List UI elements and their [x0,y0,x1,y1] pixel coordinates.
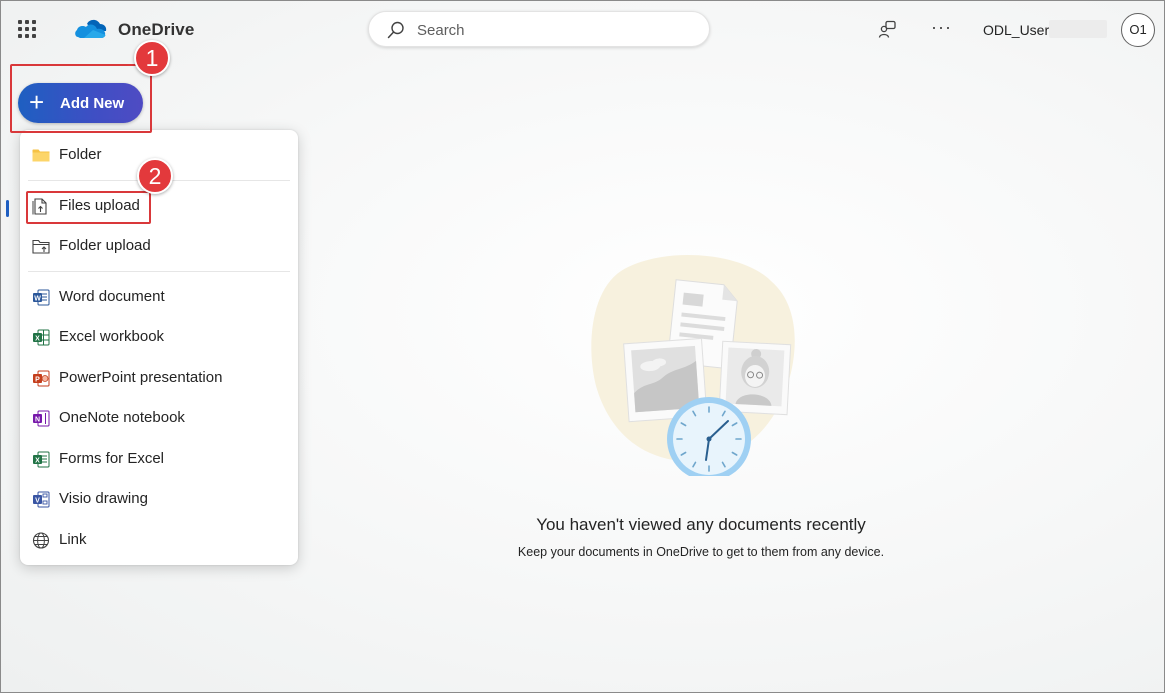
empty-state-title: You haven't viewed any documents recentl… [536,515,866,534]
menu-item-visio-drawing[interactable]: V Visio drawing [20,480,298,518]
search-input[interactable] [417,20,687,40]
menu-item-label: Visio drawing [59,490,148,507]
share-feedback-icon[interactable] [878,20,898,40]
svg-text:N: N [35,416,40,423]
menu-item-excel-workbook[interactable]: X Excel workbook [20,318,298,356]
file-upload-icon [32,198,47,215]
menu-item-label: Folder upload [59,237,151,254]
menu-item-label: Excel workbook [59,328,165,345]
folder-upload-icon [32,239,50,254]
app-title[interactable]: OneDrive [118,20,194,40]
visio-icon: V [33,491,50,508]
step-1-badge: 1 [134,40,170,76]
redacted-user-suffix [1049,20,1107,38]
search-icon [387,21,404,39]
menu-item-label: Folder [59,146,102,163]
nav-selection-indicator [6,200,9,217]
add-new-button[interactable]: + Add New [18,83,143,123]
svg-text:W: W [34,295,41,302]
svg-text:P: P [35,376,40,383]
menu-item-label: Forms for Excel [59,450,165,467]
step-2-badge: 2 [137,158,173,194]
onedrive-logo-icon[interactable] [75,16,107,42]
menu-item-label: Link [59,531,87,548]
app-launcher-icon[interactable] [18,20,38,40]
menu-item-label: Files upload [59,197,140,214]
menu-divider [28,271,290,272]
menu-item-folder-upload[interactable]: Folder upload [20,227,298,265]
svg-text:V: V [35,497,40,504]
powerpoint-icon: P [33,370,50,387]
svg-text:X: X [35,335,40,342]
menu-item-label: OneNote notebook [59,409,185,426]
menu-item-forms-for-excel[interactable]: X Forms for Excel [20,440,298,478]
menu-item-label: Word document [59,288,165,305]
more-options-icon[interactable]: ··· [931,18,952,36]
plus-icon: + [29,87,45,117]
avatar[interactable]: O1 [1121,13,1155,47]
globe-icon [32,532,50,549]
top-bar: OneDrive ··· ODL_User O1 [1,1,1164,59]
add-new-menu: Folder Files upload Folder upload W Word… [20,130,298,565]
menu-item-label: PowerPoint presentation [59,369,223,386]
excel-icon: X [33,329,50,346]
word-icon: W [33,289,50,306]
onedrive-window: OneDrive ··· ODL_User O1 + Add New [0,0,1165,693]
forms-excel-icon: X [33,451,50,468]
search-box[interactable] [368,11,710,47]
add-new-label: Add New [60,95,125,112]
empty-state-illustration [591,254,795,476]
menu-item-word-document[interactable]: W Word document [20,278,298,316]
onenote-icon: N [33,410,50,427]
empty-state-subtitle: Keep your documents in OneDrive to get t… [517,545,885,559]
menu-item-link[interactable]: Link [20,521,298,559]
svg-text:X: X [35,457,40,464]
menu-item-powerpoint-presentation[interactable]: P PowerPoint presentation [20,359,298,397]
user-name[interactable]: ODL_User [983,22,1049,38]
folder-icon [32,149,50,162]
menu-item-onenote-notebook[interactable]: N OneNote notebook [20,399,298,437]
